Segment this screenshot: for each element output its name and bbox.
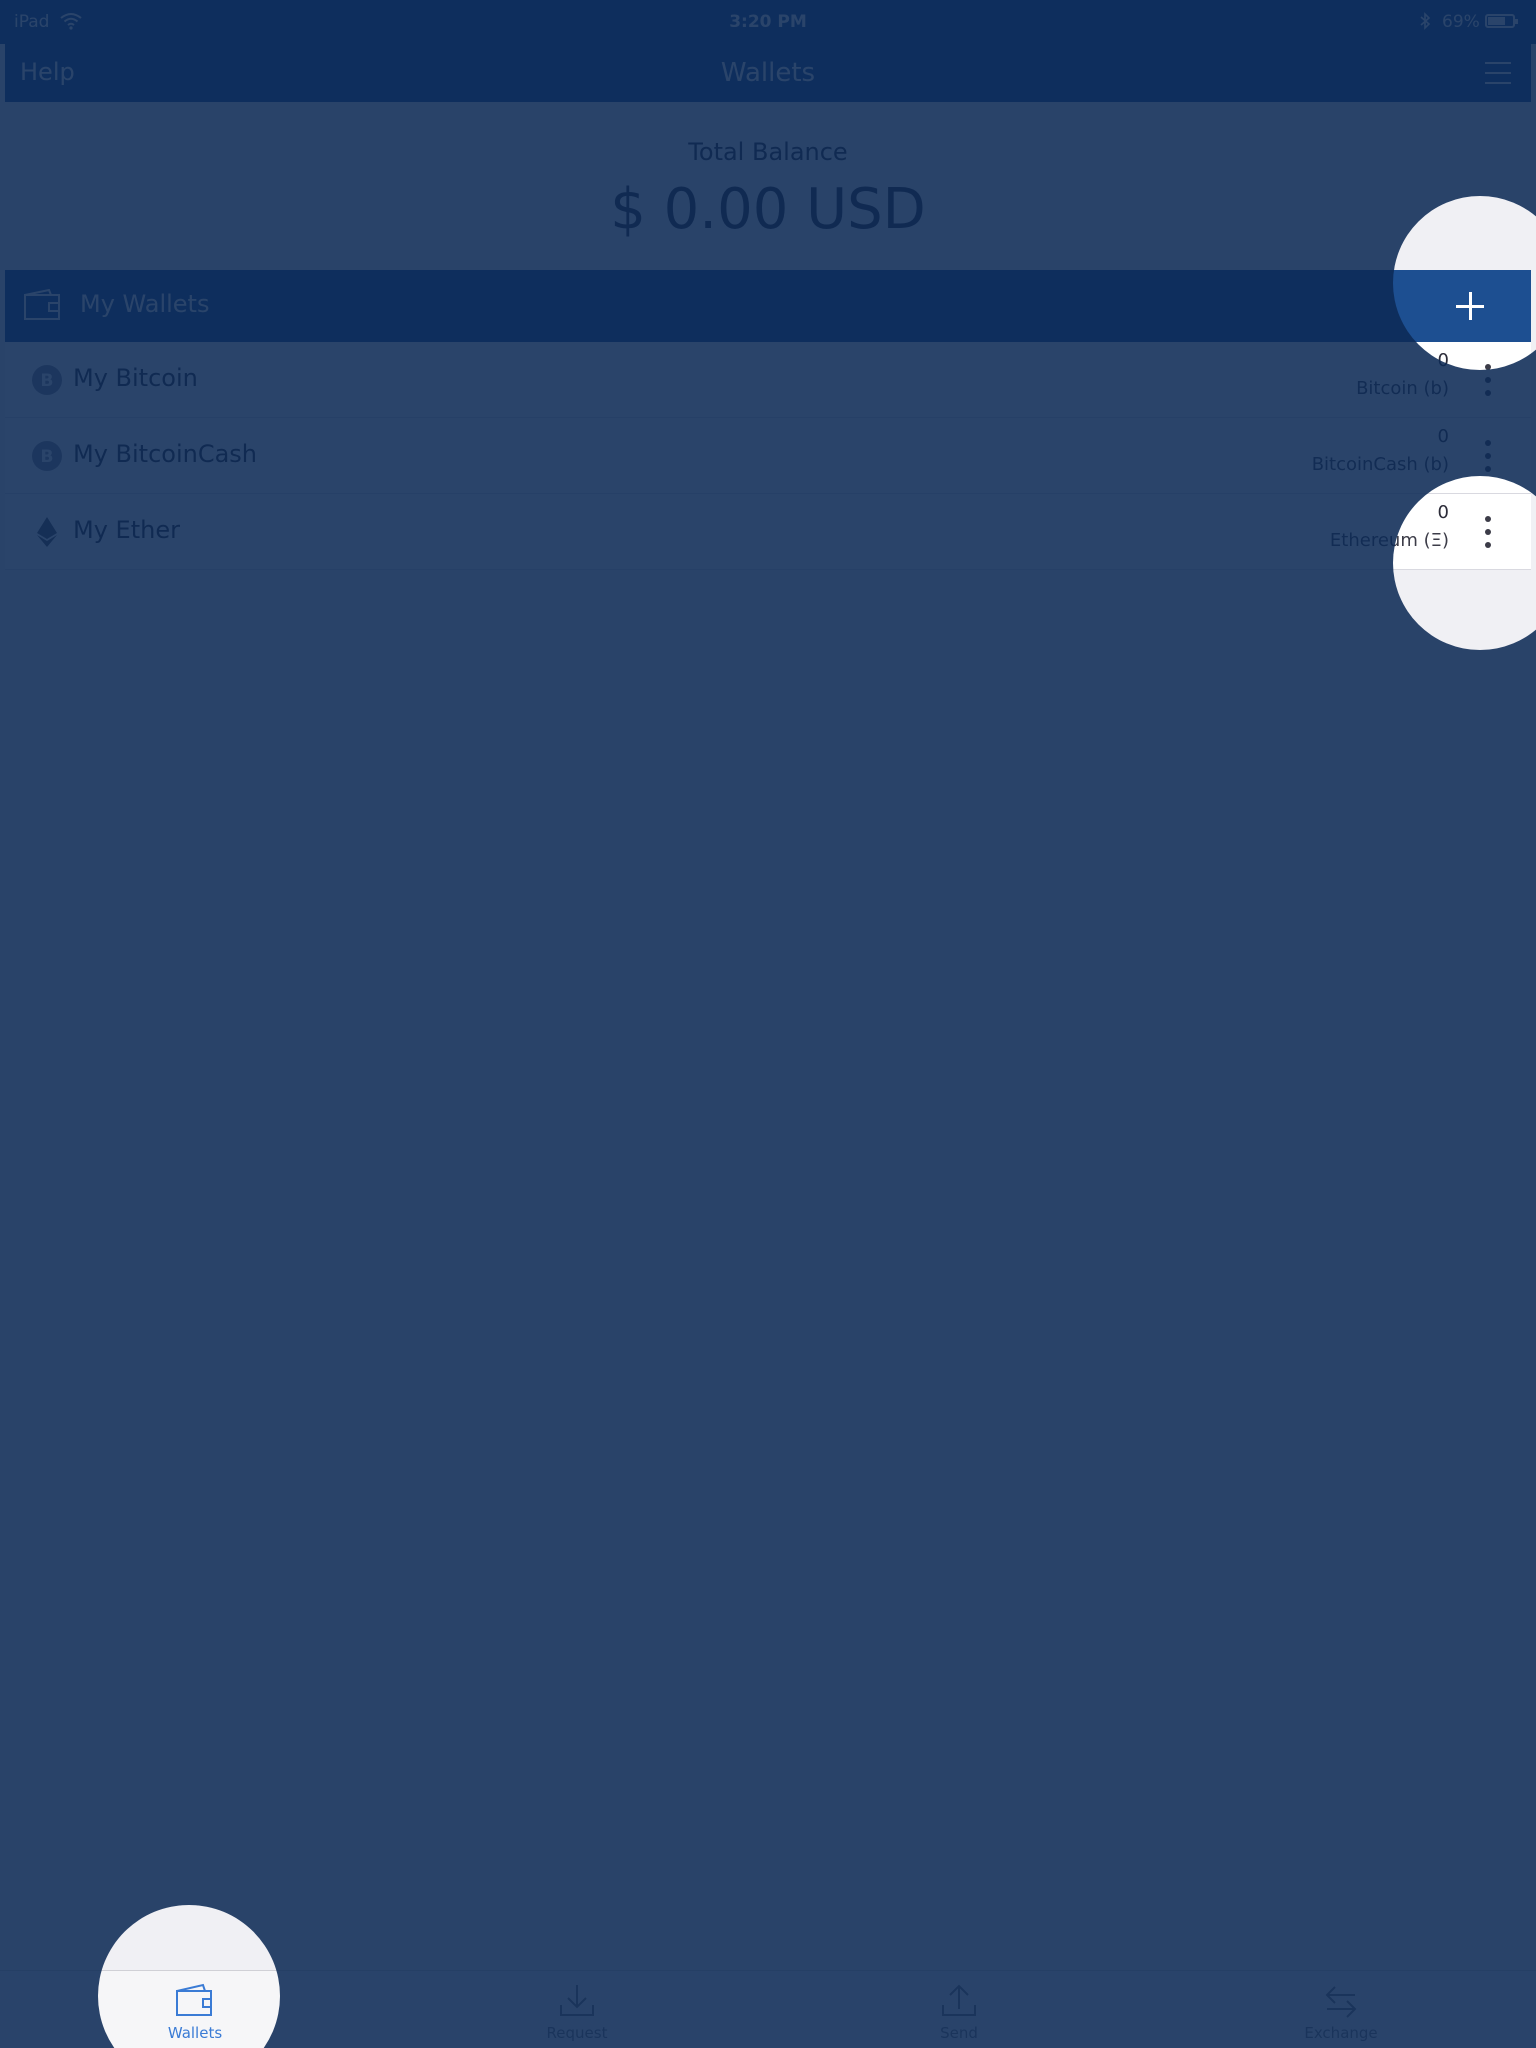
bitcoin-cash-icon: B bbox=[32, 441, 62, 471]
app-screen: iPad 3:20 PM 69% Help Wallets Total Bala… bbox=[0, 0, 1536, 2048]
wallet-unit: Ethereum (Ξ) bbox=[1329, 530, 1449, 551]
wallet-unit: BitcoinCash (b) bbox=[1311, 454, 1449, 475]
tab-label: Exchange bbox=[1304, 2024, 1378, 2042]
battery-icon bbox=[1485, 14, 1518, 28]
ether-icon bbox=[37, 517, 57, 547]
tab-request[interactable]: Request bbox=[502, 1971, 652, 2048]
more-options-icon[interactable] bbox=[1478, 514, 1498, 550]
svg-text:B: B bbox=[41, 371, 54, 391]
wallet-row-bitcoincash[interactable]: B My BitcoinCash 0 BitcoinCash (b) bbox=[5, 418, 1531, 494]
page-title: Wallets bbox=[720, 58, 816, 88]
my-wallets-label: My Wallets bbox=[80, 290, 210, 318]
wallet-unit: Bitcoin (b) bbox=[1356, 378, 1449, 399]
wallet-name: My Ether bbox=[73, 516, 180, 544]
wallet-icon bbox=[24, 289, 60, 320]
wallet-amount: 0 bbox=[1437, 426, 1449, 447]
tab-label: Send bbox=[940, 2024, 978, 2042]
bluetooth-icon bbox=[1420, 12, 1431, 30]
upload-icon bbox=[942, 1984, 976, 2016]
tab-wallets[interactable]: Wallets bbox=[120, 1971, 270, 2048]
battery-percentage: 69% bbox=[1442, 12, 1480, 32]
wallet-amount: 0 bbox=[1437, 502, 1449, 523]
wallet-amount: 0 bbox=[1437, 350, 1449, 371]
total-balance-label: Total Balance bbox=[688, 138, 848, 166]
navigation-bar: Help Wallets bbox=[5, 44, 1531, 102]
my-wallets-header: My Wallets bbox=[5, 270, 1531, 342]
battery-fill bbox=[1488, 17, 1505, 25]
svg-text:B: B bbox=[41, 447, 54, 467]
exchange-icon bbox=[1325, 1986, 1357, 2018]
clock: 3:20 PM bbox=[729, 12, 807, 32]
wallet-name: My BitcoinCash bbox=[73, 440, 258, 468]
bitcoin-icon: B bbox=[32, 365, 62, 395]
add-wallet-button[interactable] bbox=[1447, 283, 1493, 329]
download-icon bbox=[560, 1985, 594, 2016]
wallet-row-bitcoin[interactable]: B My Bitcoin 0 Bitcoin (b) bbox=[5, 342, 1531, 418]
wallet-name: My Bitcoin bbox=[73, 364, 198, 392]
wallet-row-ether[interactable]: My Ether 0 Ethereum (Ξ) bbox=[5, 494, 1531, 570]
wallet-icon bbox=[176, 1983, 212, 2016]
menu-icon[interactable] bbox=[1485, 62, 1511, 84]
tab-send[interactable]: Send bbox=[884, 1971, 1034, 2048]
tab-bar: Wallets Request Send Exchange bbox=[0, 1970, 1536, 2048]
more-options-icon[interactable] bbox=[1478, 438, 1498, 474]
tab-label: Wallets bbox=[167, 2024, 223, 2042]
total-balance-value: $ 0.00 USD bbox=[610, 177, 926, 242]
tab-exchange[interactable]: Exchange bbox=[1266, 1971, 1416, 2048]
tab-label: Request bbox=[546, 2024, 608, 2042]
more-options-icon[interactable] bbox=[1478, 362, 1498, 398]
status-bar: iPad 3:20 PM 69% bbox=[0, 0, 1536, 44]
